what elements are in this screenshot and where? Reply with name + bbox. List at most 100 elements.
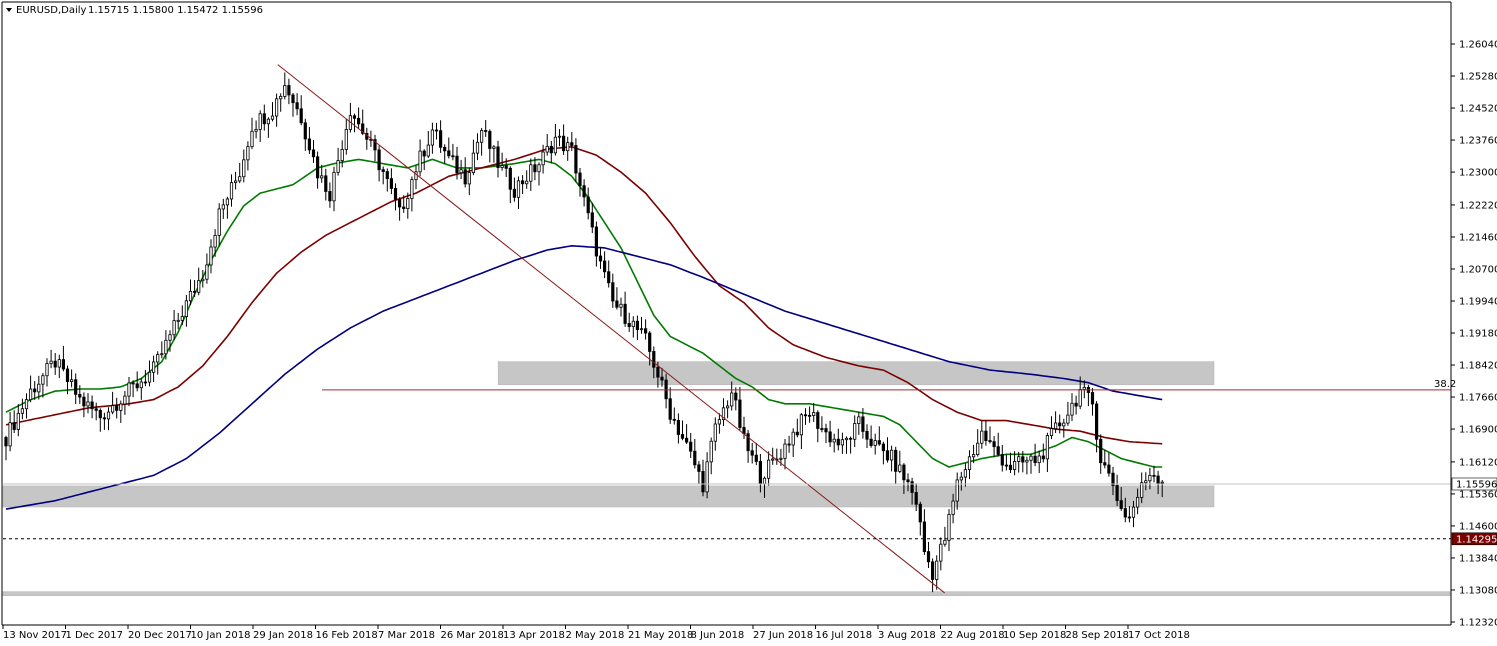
y-tick-label: 1.19940: [1459, 296, 1497, 307]
x-tick-label: 13 Apr 2018: [503, 630, 565, 641]
candle-body: [1066, 414, 1070, 424]
candle-body: [926, 551, 931, 563]
candle-body: [258, 113, 262, 130]
candle-body: [496, 146, 500, 168]
candle-body: [402, 206, 406, 209]
candle-body: [521, 180, 525, 185]
candle-body: [771, 458, 775, 461]
candle-body: [180, 316, 184, 321]
candle-body: [254, 129, 258, 132]
candle-body: [537, 164, 541, 173]
candle-body: [242, 159, 246, 178]
candle-body: [525, 180, 529, 185]
candle-body: [639, 328, 644, 331]
candle-body: [1090, 392, 1095, 405]
candle-body: [1062, 422, 1066, 427]
candle-body: [123, 395, 127, 405]
y-tick-label: 1.26040: [1459, 40, 1497, 51]
plot-background: [0, 0, 1497, 646]
candle-body: [459, 169, 463, 174]
candle-body: [45, 363, 49, 377]
candle-body: [943, 539, 947, 545]
candle-body: [233, 180, 238, 184]
candle-body: [545, 145, 549, 153]
candle-body: [463, 169, 467, 185]
candle-body: [967, 456, 972, 471]
candle-body: [869, 438, 873, 446]
candle-body: [119, 403, 123, 411]
candle-body: [779, 457, 783, 460]
candle-body: [808, 414, 812, 417]
candle-body: [508, 167, 512, 190]
candle-body: [832, 438, 836, 443]
candle-body: [16, 412, 20, 430]
zone-3: [2, 591, 1451, 596]
zone-2: [2, 485, 1215, 508]
y-tick-label: 1.14600: [1459, 521, 1497, 532]
candle-body: [28, 388, 33, 401]
chart-canvas[interactable]: 38.2 1.26040 1.25280 1.24520 1.23760 1.23000…: [0, 0, 1497, 646]
candle-body: [676, 419, 681, 435]
candle-body: [262, 113, 266, 125]
candle-body: [697, 464, 701, 472]
candle-body: [935, 560, 939, 580]
candle-body: [955, 479, 959, 502]
candle-body: [397, 199, 402, 208]
candle-body: [356, 117, 361, 125]
candle-body: [213, 235, 217, 248]
candle-body: [1144, 480, 1148, 484]
candle-body: [381, 169, 385, 172]
candle-body: [94, 408, 98, 411]
candle-body: [902, 464, 906, 481]
y-tick-label: 1.18420: [1459, 361, 1497, 372]
candle-body: [1136, 496, 1140, 508]
candle-body: [4, 437, 8, 447]
candle-body: [74, 379, 78, 395]
candle-body: [877, 440, 881, 445]
candle-body: [1107, 464, 1111, 474]
candle-body: [861, 416, 865, 432]
candle-body: [274, 98, 279, 117]
candle-body: [590, 212, 594, 228]
candle-body: [603, 260, 607, 273]
candle-body: [197, 280, 201, 293]
candle-body: [1123, 508, 1127, 518]
candle-body: [307, 138, 312, 151]
candle-body: [147, 371, 152, 383]
candle-body: [939, 543, 943, 562]
candle-body: [1119, 500, 1123, 509]
candle-body: [1115, 485, 1119, 502]
candle-body: [1152, 474, 1156, 477]
candle-body: [906, 479, 910, 483]
candle-body: [1021, 456, 1025, 463]
candle-body: [898, 464, 902, 472]
candle-body: [594, 226, 599, 257]
y-tick-label: 1.24520: [1459, 104, 1497, 115]
x-tick-label: 1 Dec 2017: [66, 630, 124, 641]
candle-body: [53, 360, 57, 368]
candle-body: [156, 354, 160, 363]
candle-body: [328, 191, 332, 202]
candle-body: [24, 399, 29, 410]
candle-body: [143, 381, 147, 384]
y-tick-label: 1.16900: [1459, 425, 1497, 436]
candle-body: [767, 459, 771, 479]
candle-body: [512, 188, 517, 198]
candle-body: [344, 129, 348, 150]
candle-body: [434, 129, 439, 132]
candle-body: [303, 122, 307, 140]
candle-body: [1008, 464, 1013, 470]
candle-body: [881, 443, 886, 452]
candle-body: [192, 290, 197, 293]
candle-body: [82, 396, 86, 407]
candle-body: [311, 149, 316, 158]
candle-body: [430, 129, 435, 146]
candle-body: [201, 278, 205, 282]
x-tick-label: 29 Jan 2018: [253, 630, 313, 641]
candle-body: [500, 165, 504, 168]
y-tick-label: 1.13840: [1459, 553, 1497, 564]
candle-body: [795, 431, 799, 436]
candle-body: [320, 175, 324, 179]
candle-body: [61, 359, 66, 370]
candle-body: [857, 416, 861, 424]
